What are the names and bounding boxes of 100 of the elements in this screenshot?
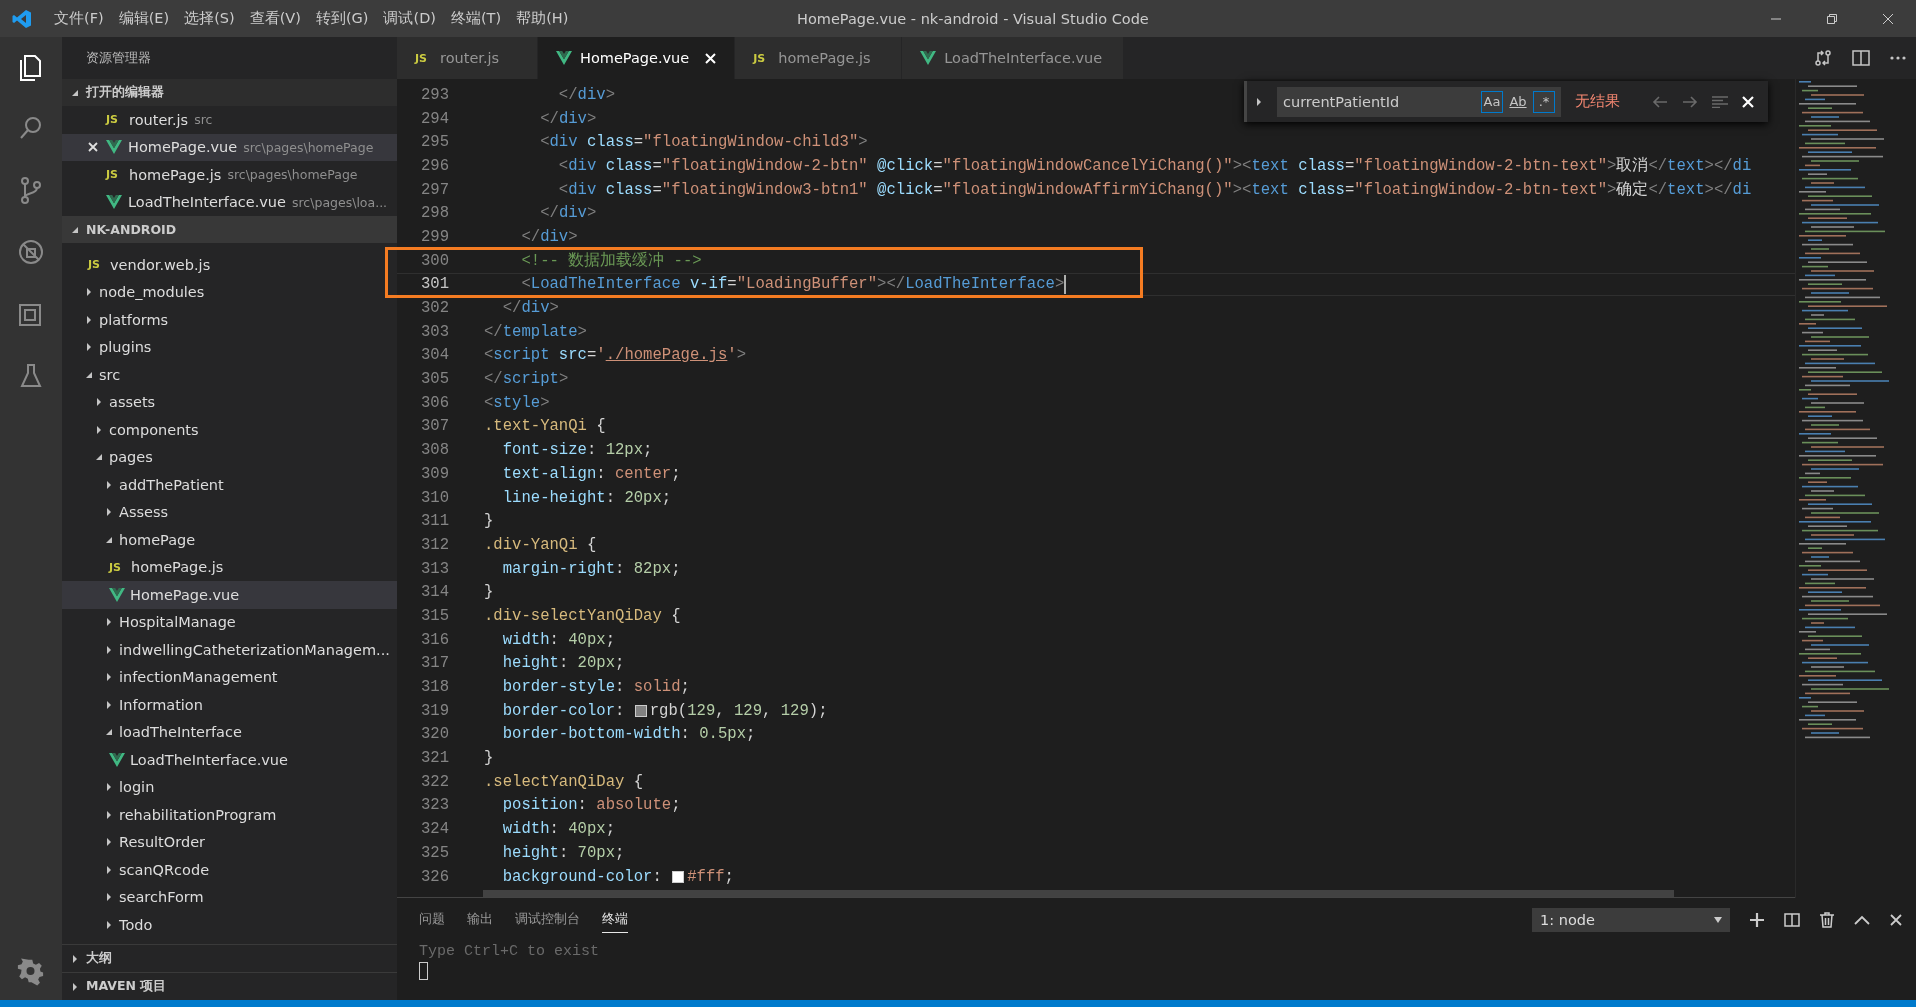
folder-item[interactable]: Information	[62, 691, 397, 719]
scrollbar-thumb[interactable]	[483, 890, 1674, 897]
folder-item[interactable]: rehabilitationProgram	[62, 801, 397, 829]
collapsed-arrow-icon[interactable]	[104, 699, 114, 710]
expanded-arrow-icon[interactable]	[94, 452, 104, 463]
collapsed-arrow-icon[interactable]	[104, 479, 114, 490]
menu-item[interactable]: 编辑(E)	[118, 9, 170, 28]
folder-item[interactable]: scanQRcode	[62, 856, 397, 884]
folder-item[interactable]: src	[62, 361, 397, 389]
compare-icon[interactable]	[1814, 49, 1832, 67]
collapsed-arrow-icon[interactable]	[104, 672, 114, 683]
color-swatch[interactable]	[672, 870, 685, 883]
line-number: 293	[419, 85, 449, 104]
folder-item[interactable]: Todo	[62, 911, 397, 939]
collapsed-arrow-icon[interactable]	[104, 892, 114, 903]
panel-tab[interactable]: 问题	[419, 907, 445, 933]
collapsed-arrow-icon[interactable]	[104, 919, 114, 930]
panel-tab[interactable]: 终端	[602, 907, 628, 933]
minimap[interactable]	[1795, 79, 1916, 898]
folder-item[interactable]: assets	[62, 388, 397, 416]
split-editor-icon[interactable]	[1852, 50, 1870, 66]
collapsed-arrow-icon[interactable]	[84, 314, 94, 325]
collapsed-arrow-icon[interactable]	[104, 864, 114, 875]
menu-item[interactable]: 终端(T)	[450, 9, 502, 28]
folder-item[interactable]: homePage	[62, 526, 397, 554]
previous-match-icon[interactable]	[1652, 94, 1668, 109]
close-icon[interactable]	[1890, 914, 1902, 926]
color-swatch[interactable]	[634, 704, 647, 717]
add-icon[interactable]	[1750, 913, 1764, 927]
find-field[interactable]: currentPatientId Aa Ab .*	[1277, 86, 1561, 117]
file-item[interactable]: JS vendor.web.js	[62, 251, 397, 279]
section-header[interactable]: 打开的编辑器	[62, 79, 397, 106]
chevron-up-icon[interactable]	[1854, 915, 1870, 925]
vue-file-icon	[106, 195, 122, 210]
folder-item[interactable]: ResultOrder	[62, 828, 397, 856]
editor-tab[interactable]: JS router.js	[397, 37, 538, 79]
folder-item[interactable]: platforms	[62, 306, 397, 334]
code-line: .selectYanQiDay {	[484, 772, 644, 791]
settings-icon[interactable]	[17, 958, 45, 986]
next-match-icon[interactable]	[1682, 94, 1698, 109]
editor-tab[interactable]: LoadTheInterface.vue	[902, 37, 1125, 79]
code-line: background-color: #fff;	[501, 867, 734, 886]
close-icon[interactable]	[88, 142, 98, 153]
folder-item[interactable]: infectionManagement	[62, 663, 397, 691]
collapsed-arrow-icon[interactable]	[70, 981, 80, 992]
collapsed-arrow-icon[interactable]	[104, 837, 114, 848]
collapsed-arrow-icon[interactable]	[70, 953, 80, 964]
trash-icon[interactable]	[1820, 912, 1834, 928]
terminal-select[interactable]: 1: node	[1532, 908, 1730, 932]
menu-item[interactable]: 转到(G)	[315, 9, 369, 28]
find-in-selection-icon[interactable]	[1712, 95, 1728, 108]
collapsed-arrow-icon[interactable]	[84, 342, 94, 353]
folder-item[interactable]: pages	[62, 443, 397, 471]
more-icon[interactable]	[1890, 56, 1906, 60]
split-terminal-icon[interactable]	[1784, 913, 1800, 927]
collapsed-arrow-icon[interactable]	[104, 644, 114, 655]
folder-item[interactable]: plugins	[62, 333, 397, 361]
line-number: 326	[419, 867, 449, 886]
folder-item[interactable]: addThePatient	[62, 471, 397, 499]
open-editor-item[interactable]: HomePage.vue src\pages\homePage	[62, 133, 397, 161]
line-number: 297	[419, 180, 449, 199]
open-editor-item[interactable]: JS router.js src	[62, 106, 397, 134]
folder-item[interactable]: HospitalManage	[62, 608, 397, 636]
menu-item[interactable]: 查看(V)	[249, 9, 301, 28]
folder-item[interactable]: components	[62, 416, 397, 444]
menu-item[interactable]: 调试(D)	[383, 9, 436, 28]
expanded-arrow-icon[interactable]	[104, 727, 114, 738]
panel-tab[interactable]: 输出	[467, 907, 493, 933]
section-header[interactable]: NK-ANDROID	[62, 216, 397, 243]
editor-tab[interactable]: HomePage.vue	[538, 37, 736, 79]
editor-tab[interactable]: JS homePage.js	[735, 37, 903, 79]
folder-item[interactable]: Assess	[62, 498, 397, 526]
folder-item[interactable]: login	[62, 773, 397, 801]
collapsed-arrow-icon[interactable]	[104, 782, 114, 793]
expand-arrow-icon[interactable]	[1255, 96, 1263, 107]
line-number: 294	[419, 109, 449, 128]
collapsed-arrow-icon[interactable]	[94, 424, 104, 435]
folder-item[interactable]: searchForm	[62, 883, 397, 911]
case-toggle[interactable]: Aa	[1481, 90, 1503, 113]
menu-item[interactable]: 选择(S)	[184, 9, 235, 28]
folder-item[interactable]: loadTheInterface	[62, 718, 397, 746]
line-number: 295	[419, 133, 449, 152]
folder-item[interactable]: node_modules	[62, 278, 397, 306]
collapsed-arrow-icon[interactable]	[104, 809, 114, 820]
collapsed-arrow-icon[interactable]	[94, 397, 104, 408]
file-item[interactable]: HomePage.vue	[62, 581, 397, 609]
collapsed-arrow-icon[interactable]	[104, 507, 114, 518]
open-editor-item[interactable]: LoadTheInterface.vue src\pages\loa...	[62, 188, 397, 216]
panel-tab[interactable]: 调试控制台	[515, 907, 580, 933]
menu-item[interactable]: 帮助(H)	[516, 9, 569, 28]
collapsed-arrow-icon[interactable]	[104, 617, 114, 628]
folder-item[interactable]: indwellingCatheterizationManagem...	[62, 636, 397, 664]
word-toggle[interactable]: Ab	[1507, 90, 1529, 113]
file-item[interactable]: JS homePage.js	[62, 553, 397, 581]
debug-icon[interactable]	[16, 237, 46, 267]
file-item[interactable]: LoadTheInterface.vue	[62, 746, 397, 774]
collapsed-arrow-icon[interactable]	[84, 287, 94, 298]
open-editor-item[interactable]: JS homePage.js src\pages\homePage	[62, 161, 397, 189]
regex-toggle[interactable]: .*	[1533, 90, 1555, 113]
menu-item[interactable]: 文件(F)	[54, 9, 104, 28]
